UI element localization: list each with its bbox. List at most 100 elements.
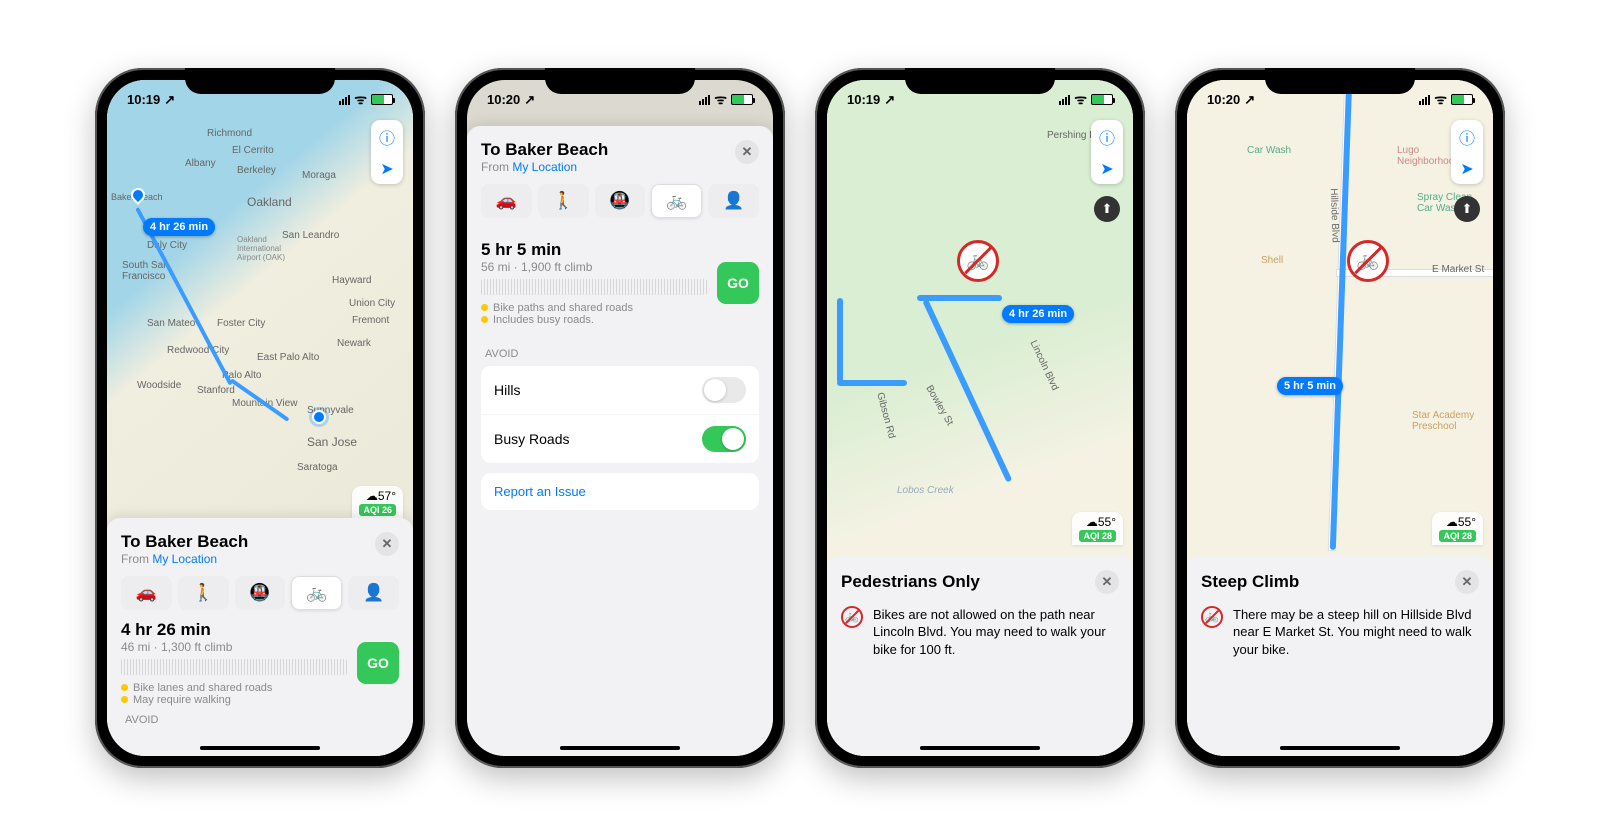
close-button[interactable]: ✕ (1095, 570, 1119, 594)
hills-toggle[interactable] (702, 377, 746, 403)
wifi-icon: ᯤ (354, 90, 367, 109)
home-indicator[interactable] (200, 746, 320, 750)
cellular-signal-icon (699, 95, 710, 105)
map-controls: ⓘ ➤ (1451, 120, 1483, 184)
route-alert-card[interactable]: Pedestrians Only ✕ 🚲 Bikes are not allow… (827, 556, 1133, 756)
weather-icon: ☁ (366, 489, 378, 503)
go-button[interactable]: GO (357, 642, 399, 684)
aqi-badge: AQI 28 (1079, 530, 1116, 542)
tab-rideshare[interactable]: 👤 (708, 184, 759, 218)
notch (545, 68, 695, 94)
locate-button[interactable]: ➤ (1460, 159, 1473, 179)
card-title: To Baker Beach (481, 140, 608, 160)
info-button[interactable]: ⓘ (1459, 125, 1475, 149)
weather-badge[interactable]: ☁57° AQI 26 (352, 486, 403, 519)
map-controls: ⓘ ➤ (371, 120, 403, 184)
avoid-hills-row[interactable]: Hills (481, 366, 759, 414)
steep-climb-sign-icon: 🚲 (1347, 240, 1389, 282)
battery-icon (371, 94, 393, 105)
card-title: To Baker Beach (121, 532, 248, 552)
home-indicator[interactable] (1280, 746, 1400, 750)
route-note: Bike lanes and shared roads (121, 682, 347, 694)
tab-bike[interactable]: 🚲 (291, 576, 342, 610)
tab-rideshare[interactable]: 👤 (348, 576, 399, 610)
avoid-busy-roads-row[interactable]: Busy Roads (481, 415, 759, 463)
weather-badge[interactable]: ☁55° AQI 28 (1072, 512, 1123, 545)
weather-temp: 55° (1098, 515, 1116, 529)
route-card[interactable]: To Baker Beach From My Location ✕ 🚗 🚶 🚇 … (107, 518, 413, 756)
tab-bike[interactable]: 🚲 (651, 184, 702, 218)
battery-icon (1091, 94, 1113, 105)
cellular-signal-icon (1059, 95, 1070, 105)
phone-frame: 10:20↗ ᯤ To Baker Beach From My Location… (455, 68, 785, 768)
location-arrow-icon: ↗ (1244, 92, 1255, 108)
tab-car[interactable]: 🚗 (121, 576, 172, 610)
wifi-icon: ᯤ (1074, 90, 1087, 109)
from-location-link[interactable]: My Location (512, 160, 577, 174)
status-time: 10:19 (847, 92, 880, 107)
alert-title: Pedestrians Only (841, 572, 980, 592)
aqi-badge: AQI 26 (359, 504, 396, 516)
weather-temp: 57° (378, 489, 396, 503)
go-button[interactable]: GO (717, 262, 759, 304)
route-alert-card[interactable]: Steep Climb ✕ 🚲 There may be a steep hil… (1187, 556, 1493, 756)
route-note: Bike paths and shared roads (481, 302, 707, 314)
close-button[interactable]: ✕ (375, 532, 399, 556)
tab-car[interactable]: 🚗 (481, 184, 532, 218)
elevation-sparkline (121, 659, 347, 675)
status-time: 10:20 (1207, 92, 1240, 107)
compass-icon[interactable]: ⬆ (1094, 196, 1120, 222)
locate-button[interactable]: ➤ (1100, 159, 1113, 179)
route-time-bubble: 4 hr 26 min (143, 218, 215, 236)
card-subtitle: From My Location (481, 160, 608, 174)
current-location-dot (312, 410, 326, 424)
route-time-bubble: 5 hr 5 min (1277, 377, 1343, 395)
weather-icon: ☁ (1086, 515, 1098, 529)
battery-icon (731, 94, 753, 105)
cellular-signal-icon (339, 95, 350, 105)
home-indicator[interactable] (560, 746, 680, 750)
home-indicator[interactable] (920, 746, 1040, 750)
tab-walk[interactable]: 🚶 (178, 576, 229, 610)
route-note: Includes busy roads. (481, 314, 707, 326)
no-bike-sign-icon: 🚲 (957, 240, 999, 282)
battery-icon (1451, 94, 1473, 105)
close-button[interactable]: ✕ (735, 140, 759, 164)
route-distance: 56 mi · 1,900 ft climb (481, 260, 707, 274)
location-arrow-icon: ↗ (884, 92, 895, 108)
location-arrow-icon: ↗ (524, 92, 535, 108)
screen: Richmond El Cerrito Albany Berkeley Mora… (107, 80, 413, 756)
notch (1265, 68, 1415, 94)
compass-icon[interactable]: ⬆ (1454, 196, 1480, 222)
transport-mode-tabs: 🚗 🚶 🚇 🚲 👤 (121, 576, 399, 610)
screen: 10:20↗ ᯤ To Baker Beach From My Location… (467, 80, 773, 756)
avoid-section-label: AVOID (125, 714, 399, 726)
screen: Pershing Dr Lincoln Blvd Bowley St Gibso… (827, 80, 1133, 756)
info-button[interactable]: ⓘ (379, 125, 395, 149)
tab-transit[interactable]: 🚇 (235, 576, 286, 610)
alert-body-text: There may be a steep hill on Hillside Bl… (1233, 606, 1479, 659)
tab-transit[interactable]: 🚇 (595, 184, 646, 218)
status-time: 10:20 (487, 92, 520, 107)
route-duration: 5 hr 5 min (481, 240, 707, 260)
wifi-icon: ᯤ (1434, 90, 1447, 109)
locate-button[interactable]: ➤ (380, 159, 393, 179)
location-arrow-icon: ↗ (164, 92, 175, 108)
close-button[interactable]: ✕ (1455, 570, 1479, 594)
weather-temp: 55° (1458, 515, 1476, 529)
phone-frame: Hillside Blvd E Market St LugoNeighborho… (1175, 68, 1505, 768)
route-distance: 46 mi · 1,300 ft climb (121, 640, 347, 654)
steep-climb-icon: 🚲 (1201, 606, 1223, 628)
info-button[interactable]: ⓘ (1099, 125, 1115, 149)
route-duration: 4 hr 26 min (121, 620, 347, 640)
tab-walk[interactable]: 🚶 (538, 184, 589, 218)
route-card-expanded[interactable]: To Baker Beach From My Location ✕ 🚗 🚶 🚇 … (467, 126, 773, 756)
from-location-link[interactable]: My Location (152, 552, 217, 566)
no-bike-icon: 🚲 (841, 606, 863, 628)
transport-mode-tabs: 🚗 🚶 🚇 🚲 👤 (481, 184, 759, 218)
weather-badge[interactable]: ☁55° AQI 28 (1432, 512, 1483, 545)
report-issue-link[interactable]: Report an Issue (481, 473, 759, 510)
aqi-badge: AQI 28 (1439, 530, 1476, 542)
notch (185, 68, 335, 94)
busy-roads-toggle[interactable] (702, 426, 746, 452)
